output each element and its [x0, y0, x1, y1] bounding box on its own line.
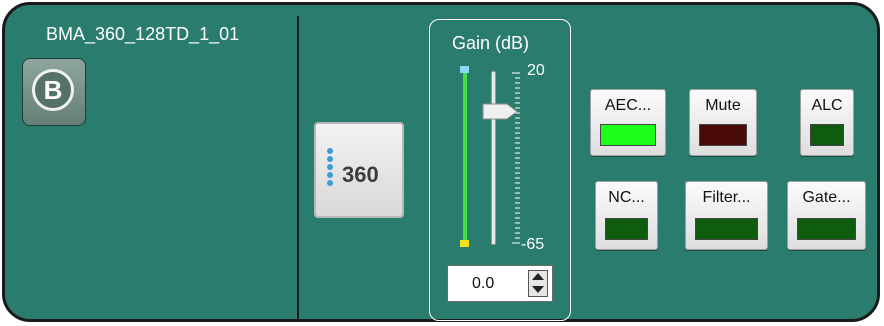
- alc-label: ALC: [811, 97, 843, 114]
- nc-label: NC...: [608, 189, 645, 206]
- gain-title: Gain (dB): [452, 33, 530, 53]
- gate-button[interactable]: Gate...: [787, 181, 866, 250]
- brand-b-circle-icon: B: [32, 69, 74, 111]
- meter-bottom-marker: [460, 240, 469, 247]
- aec-led: [600, 124, 656, 146]
- mute-button[interactable]: Mute: [689, 89, 757, 156]
- level-meter-bar: [463, 71, 467, 245]
- gain-scale-min: -65: [521, 236, 545, 253]
- alc-button[interactable]: ALC: [800, 89, 854, 156]
- gain-slider-track[interactable]: [491, 71, 496, 245]
- mic-360-label: 360: [342, 162, 379, 187]
- gate-led: [797, 218, 856, 240]
- gain-scale-max: 20: [527, 62, 545, 79]
- aec-label: AEC...: [604, 97, 652, 114]
- mic-360-button[interactable]: 360: [314, 122, 404, 218]
- device-logo-button[interactable]: B: [22, 58, 86, 126]
- panel-divider: [297, 16, 299, 320]
- filter-led: [695, 218, 758, 240]
- spin-down-icon[interactable]: [532, 286, 544, 293]
- meter-top-marker: [460, 66, 469, 73]
- gain-value-input[interactable]: 0.0: [447, 265, 553, 302]
- spin-up-icon[interactable]: [532, 273, 544, 280]
- gain-spinner[interactable]: [528, 270, 548, 297]
- aec-button[interactable]: AEC...: [590, 89, 666, 156]
- gain-value-text: 0.0: [472, 275, 495, 292]
- mute-led: [699, 124, 747, 146]
- nc-led: [605, 218, 648, 240]
- alc-led: [810, 124, 844, 146]
- filter-button[interactable]: Filter...: [685, 181, 768, 250]
- gain-scale-ticks: [512, 72, 520, 244]
- device-name-label: BMA_360_128TD_1_01: [46, 24, 240, 44]
- logo-letter: B: [43, 75, 63, 105]
- filter-label: Filter...: [702, 189, 751, 206]
- mute-label: Mute: [705, 97, 741, 114]
- nc-button[interactable]: NC...: [595, 181, 658, 250]
- gate-label: Gate...: [802, 189, 851, 206]
